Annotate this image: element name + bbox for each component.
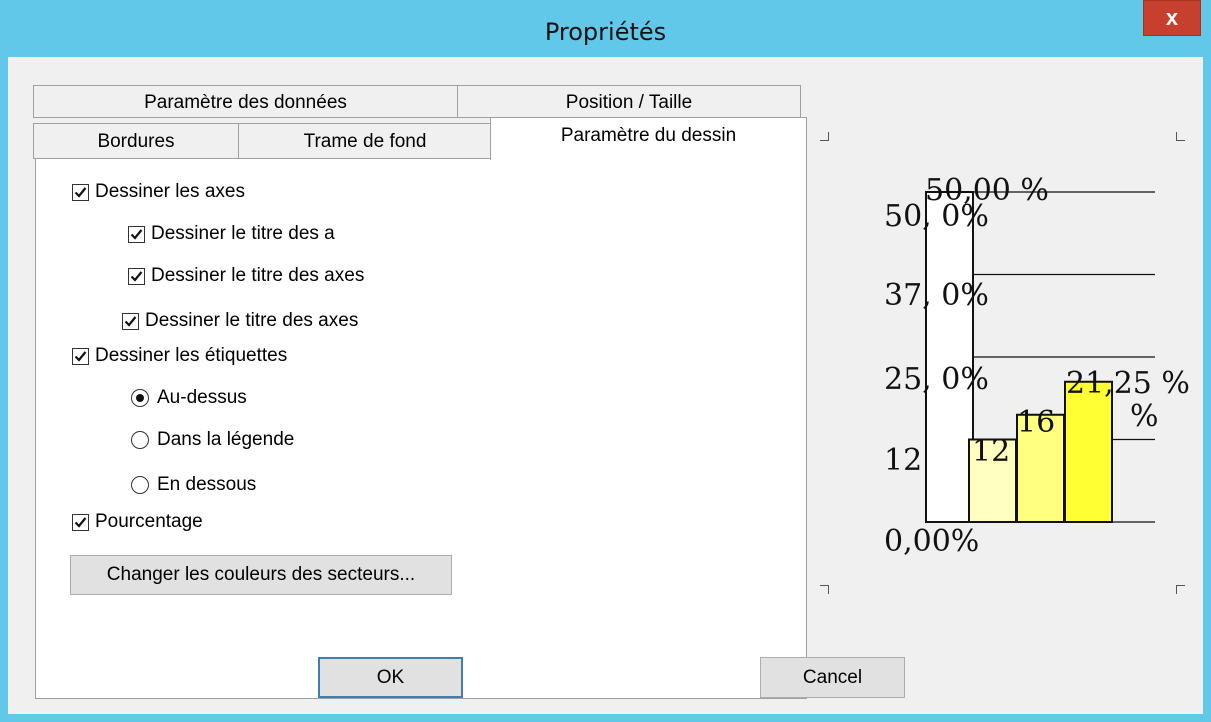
- preview-corner-bottom-left: [820, 585, 829, 594]
- data-label: 50,00 %: [925, 173, 1049, 208]
- ok-button[interactable]: OK: [318, 657, 463, 698]
- y-tick-label: 0,00%: [884, 524, 979, 559]
- checkmark-icon: [74, 516, 87, 528]
- preview-corner-top-right: [1176, 132, 1185, 141]
- chart-bar: [925, 191, 974, 523]
- checkmark-icon: [130, 270, 143, 282]
- radio-label: En dessous: [157, 474, 257, 495]
- cancel-button[interactable]: Cancel: [760, 657, 905, 698]
- title-bar: Propriétés x: [0, 0, 1211, 56]
- checkbox-label: Dessiner le titre des a: [151, 223, 335, 244]
- checkbox-box[interactable]: [128, 267, 145, 285]
- radio-circle[interactable]: [131, 389, 149, 407]
- checkbox-draw-labels[interactable]: Dessiner les étiquettes: [72, 345, 287, 367]
- checkbox-label: Dessiner le titre des axes: [145, 310, 359, 331]
- checkbox-axis-title-1[interactable]: Dessiner le titre des a: [128, 223, 335, 245]
- checkbox-axis-title-3[interactable]: Dessiner le titre des axes: [122, 310, 358, 332]
- tab-background[interactable]: Trame de fond: [238, 123, 492, 159]
- change-sector-colors-button[interactable]: Changer les couleurs des secteurs...: [70, 555, 452, 595]
- checkbox-box[interactable]: [122, 312, 139, 330]
- radio-circle[interactable]: [131, 476, 149, 494]
- checkbox-box[interactable]: [72, 347, 89, 365]
- radio-circle[interactable]: [131, 431, 149, 449]
- checkmark-icon: [74, 350, 87, 362]
- tab-data-settings[interactable]: Paramètre des données: [33, 85, 458, 118]
- window-title: Propriétés: [544, 18, 667, 46]
- radio-label-below[interactable]: En dessous: [131, 474, 256, 496]
- checkbox-percentage[interactable]: Pourcentage: [72, 511, 203, 533]
- chart-bar: [1064, 380, 1113, 523]
- radio-label-in-legend[interactable]: Dans la légende: [131, 429, 294, 451]
- tab-borders[interactable]: Bordures: [33, 123, 239, 159]
- checkbox-label: Pourcentage: [95, 511, 203, 532]
- y-tick-label: 25, 0%: [884, 362, 989, 397]
- checkmark-icon: [124, 315, 137, 327]
- data-label: 16: [1017, 405, 1055, 440]
- checkbox-box[interactable]: [128, 225, 145, 243]
- checkbox-box[interactable]: [72, 513, 89, 531]
- tab-position-size[interactable]: Position / Taille: [457, 85, 801, 118]
- radio-label-above[interactable]: Au-dessus: [131, 387, 247, 409]
- y-tick-label: 12: [884, 443, 922, 478]
- checkmark-icon: [74, 186, 87, 198]
- checkbox-label: Dessiner le titre des axes: [151, 265, 365, 286]
- tab-drawing-settings[interactable]: Paramètre du dessin: [490, 117, 807, 160]
- checkbox-axis-title-2[interactable]: Dessiner le titre des axes: [128, 265, 364, 287]
- checkbox-label: Dessiner les axes: [95, 181, 245, 202]
- properties-dialog: Propriétés x Paramètre des données Posit…: [0, 0, 1211, 722]
- checkbox-draw-axes[interactable]: Dessiner les axes: [72, 181, 245, 203]
- data-label: %: [1130, 399, 1159, 434]
- checkbox-box[interactable]: [72, 183, 89, 201]
- preview-corner-top-left: [820, 132, 829, 141]
- y-tick-label: 37, 0%: [884, 278, 989, 313]
- data-label: 21,25 %: [1066, 366, 1190, 401]
- close-button[interactable]: x: [1143, 0, 1201, 36]
- radio-label: Dans la légende: [157, 429, 295, 450]
- checkmark-icon: [130, 228, 143, 240]
- chart-preview: 0,00%1225, 0%37, 0%50, 0%50,00 %121621,2…: [884, 173, 1190, 559]
- checkbox-label: Dessiner les étiquettes: [95, 345, 288, 366]
- data-label: 12: [972, 434, 1010, 469]
- radio-label: Au-dessus: [157, 387, 247, 408]
